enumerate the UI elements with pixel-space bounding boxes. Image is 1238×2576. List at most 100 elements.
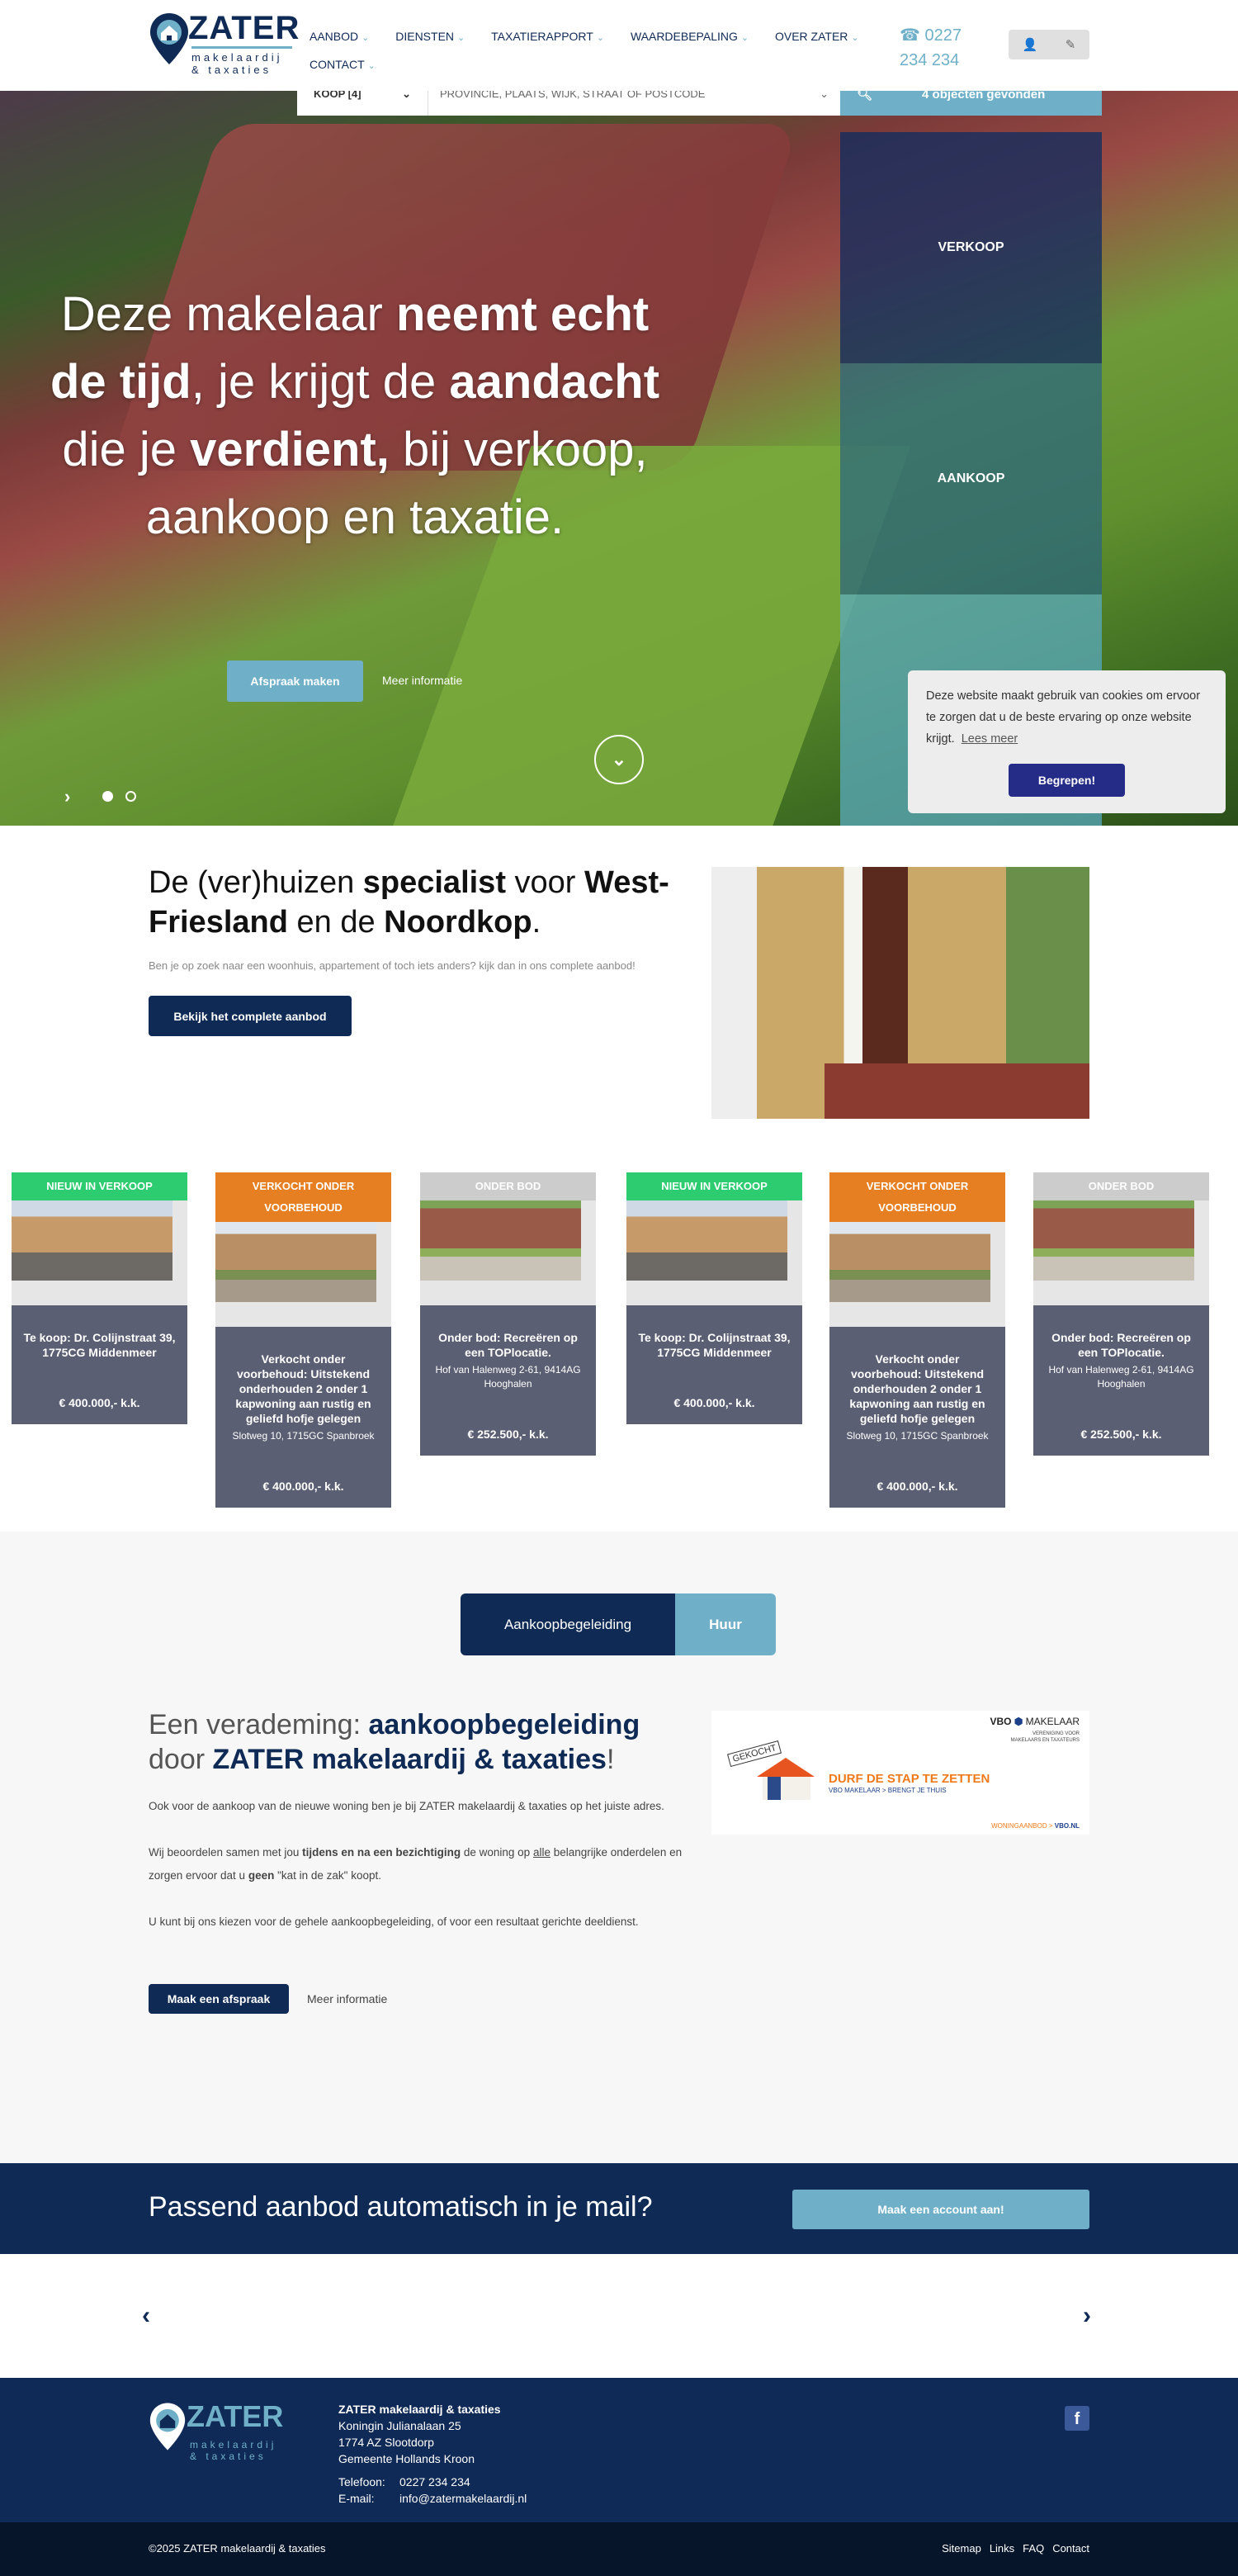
create-account-button[interactable]: Maak een account aan! xyxy=(792,2190,1089,2229)
listing-image-area xyxy=(626,1200,802,1305)
copyright: ©2025 ZATER makelaardij & taxaties xyxy=(149,2542,326,2555)
meer-informatie-link[interactable]: Meer informatie xyxy=(382,674,462,687)
listing-price: € 400.000,- k.k. xyxy=(673,1396,755,1409)
footer-link-contact[interactable]: Contact xyxy=(1052,2542,1089,2555)
footer-logo[interactable]: ZATER makelaardij & taxaties xyxy=(149,2399,297,2467)
location-pin-house-icon xyxy=(149,2403,186,2451)
hero-heading: Deze makelaar neemt echt de tijd, je kri… xyxy=(33,281,677,552)
footer-phone[interactable]: 0227 234 234 xyxy=(399,2475,470,2488)
maak-afspraak-button[interactable]: Maak een afspraak xyxy=(149,1984,289,2014)
header-phone[interactable]: ☎ 0227 234 234 xyxy=(900,23,990,73)
nav-taxatierapport[interactable]: TAXATIERAPPORT ⌄ xyxy=(491,23,604,51)
heading-part: en de xyxy=(287,905,385,940)
phone-icon: ☎ xyxy=(900,26,925,45)
nav-label: OVER ZATER xyxy=(774,30,848,43)
vbo-banner[interactable]: VBO ⬢ MAKELAAR VERENIGING VOOR MAKELAARS … xyxy=(711,1711,1089,1835)
listing-address: Hof van Halenweg 2-61, 9414AG Hooghalen xyxy=(435,1364,581,1390)
nav-waardebepaling[interactable]: WAARDEBEPALING ⌄ xyxy=(631,23,749,51)
main-nav: AANBOD ⌄ DIENSTEN ⌄ TAXATIERAPPORT ⌄ WAARDE… xyxy=(310,23,887,79)
listing-photo xyxy=(12,1200,172,1281)
listing-image-area xyxy=(829,1222,1005,1327)
listing-body: Verkocht onder voorbehoud: Uitstekend on… xyxy=(215,1327,391,1508)
hero-heading-part: Deze makelaar xyxy=(60,287,396,341)
carousel-prev-icon[interactable]: ‹ xyxy=(142,2302,150,2330)
footer-municipality: Gemeente Hollands Kroon xyxy=(338,2452,475,2465)
footer-link-sitemap[interactable]: Sitemap xyxy=(942,2542,981,2555)
listing-photo xyxy=(1033,1200,1194,1281)
specialist-text: Ben je op zoek naar een woonhuis, appart… xyxy=(149,959,636,972)
listing-card[interactable]: NIEUW IN VERKOOP Te koop: Dr. Colijnstraa… xyxy=(626,1172,802,1424)
nav-aanbod[interactable]: AANBOD ⌄ xyxy=(310,23,369,51)
mail-alert-heading: Passend aanbod automatisch in je mail? xyxy=(149,2191,653,2223)
tab-aankoopbegeleiding[interactable]: Aankoopbegeleiding xyxy=(461,1593,675,1655)
vbo-subline: VBO MAKELAAR > BRENGT JE THUIS xyxy=(829,1787,947,1794)
chevron-down-icon: ⌄ xyxy=(367,61,376,71)
nav-diensten[interactable]: DIENSTEN ⌄ xyxy=(395,23,465,51)
logo-sub-line: & taxaties xyxy=(190,2451,267,2462)
pencil-icon[interactable]: ✎ xyxy=(1066,37,1076,52)
photo-brick-wall xyxy=(825,1063,1089,1119)
footer-email-row: E-mail: info@zatermakelaardij.nl xyxy=(338,2490,527,2507)
footer-link-links[interactable]: Links xyxy=(990,2542,1014,2555)
listing-image-area xyxy=(1033,1200,1209,1305)
listing-card[interactable]: ONDER BOD Onder bod: Recreëren op een TOP… xyxy=(1033,1172,1209,1456)
listing-body: Te koop: Dr. Colijnstraat 39, 1775CG Mid… xyxy=(12,1305,187,1424)
hero-heading-part: die je xyxy=(62,423,191,476)
listing-price: € 252.500,- k.k. xyxy=(1080,1428,1162,1441)
listing-price: € 400.000,- k.k. xyxy=(262,1480,344,1493)
heading-part: . xyxy=(532,905,541,940)
tab-huur[interactable]: Huur xyxy=(675,1593,776,1655)
bekijk-aanbod-button[interactable]: Bekijk het complete aanbod xyxy=(149,996,352,1036)
services-paragraph: Ook voor de aankoop van de nieuwe woning… xyxy=(149,1800,664,1812)
listing-photo xyxy=(420,1200,581,1281)
services-meer-informatie-link[interactable]: Meer informatie xyxy=(307,1992,387,2005)
footer-link-faq[interactable]: FAQ xyxy=(1023,2542,1044,2555)
logo-underline xyxy=(191,46,292,49)
status-badge: VERKOCHT ONDER VOORBEHOUD xyxy=(829,1172,1005,1222)
tile-aankoop[interactable]: AANKOOP xyxy=(840,363,1102,594)
heading-bold: specialist xyxy=(362,865,506,900)
logo-sub-line: makelaardij xyxy=(191,51,283,64)
footer-email-link[interactable]: info@zatermakelaardij.nl xyxy=(399,2492,527,2505)
slider-dot-2[interactable] xyxy=(125,791,136,802)
tile-verkoop[interactable]: VERKOOP xyxy=(840,132,1102,363)
vbo-footer-text: WONINGAANBOD > xyxy=(991,1822,1053,1830)
nav-label: DIENSTEN xyxy=(395,30,455,43)
listing-address: Slotweg 10, 1715GC Spanbroek xyxy=(846,1430,989,1442)
cookie-accept-button[interactable]: Begrepen! xyxy=(1009,764,1125,797)
services-heading: Een verademing: aankoopbegeleiding door … xyxy=(149,1707,693,1777)
vbo-brand-name: VBO xyxy=(990,1716,1012,1727)
vbo-footer: WONINGAANBOD > VBO.NL xyxy=(991,1822,1080,1830)
nav-label: TAXATIERAPPORT xyxy=(491,30,593,43)
listing-card[interactable]: VERKOCHT ONDER VOORBEHOUD Verkocht onder … xyxy=(829,1172,1005,1508)
logo-text: ZATER xyxy=(188,10,300,46)
slider-next-icon[interactable]: › xyxy=(64,786,70,807)
nav-over-zater[interactable]: OVER ZATER ⌄ xyxy=(775,23,859,51)
footer-phone-label: Telefoon: xyxy=(338,2475,385,2488)
listing-photo xyxy=(829,1222,990,1302)
cookie-read-more-link[interactable]: Lees meer xyxy=(962,732,1018,746)
hero-heading-part: , je krijgt de xyxy=(191,355,450,409)
text-part: Wij beoordelen samen met jou xyxy=(149,1846,303,1859)
logo-sub-line: & taxaties xyxy=(191,64,272,76)
services-body: Ook voor de aankoop van de nieuwe woning… xyxy=(149,1795,693,1934)
heading-bold: Noordkop xyxy=(384,905,532,940)
status-badge: NIEUW IN VERKOOP xyxy=(626,1172,802,1200)
listing-card[interactable]: NIEUW IN VERKOOP Te koop: Dr. Colijnstraa… xyxy=(12,1172,187,1424)
listing-price: € 252.500,- k.k. xyxy=(467,1428,549,1441)
carousel-next-icon[interactable]: › xyxy=(1083,2302,1091,2330)
heading-part: ! xyxy=(606,1744,615,1775)
vbo-brand: VBO ⬢ MAKELAAR xyxy=(990,1716,1080,1727)
scroll-down-icon[interactable]: ⌄ xyxy=(594,735,644,784)
nav-contact[interactable]: CONTACT ⌄ xyxy=(310,51,376,79)
user-icon[interactable]: 👤 xyxy=(1023,37,1038,52)
cookie-banner: Deze website maakt gebruik van cookies o… xyxy=(908,670,1226,813)
listing-card[interactable]: ONDER BOD Onder bod: Recreëren op een TOP… xyxy=(420,1172,596,1456)
chevron-down-icon: ⌄ xyxy=(457,33,465,43)
facebook-icon[interactable]: f xyxy=(1065,2406,1089,2431)
slider-dot-1[interactable] xyxy=(102,791,113,802)
logo[interactable]: ZATER makelaardij & taxaties xyxy=(149,10,300,78)
status-badge: ONDER BOD xyxy=(1033,1172,1209,1200)
listing-card[interactable]: VERKOCHT ONDER VOORBEHOUD Verkocht onder … xyxy=(215,1172,391,1508)
afspraak-maken-button[interactable]: Afspraak maken xyxy=(227,661,363,702)
